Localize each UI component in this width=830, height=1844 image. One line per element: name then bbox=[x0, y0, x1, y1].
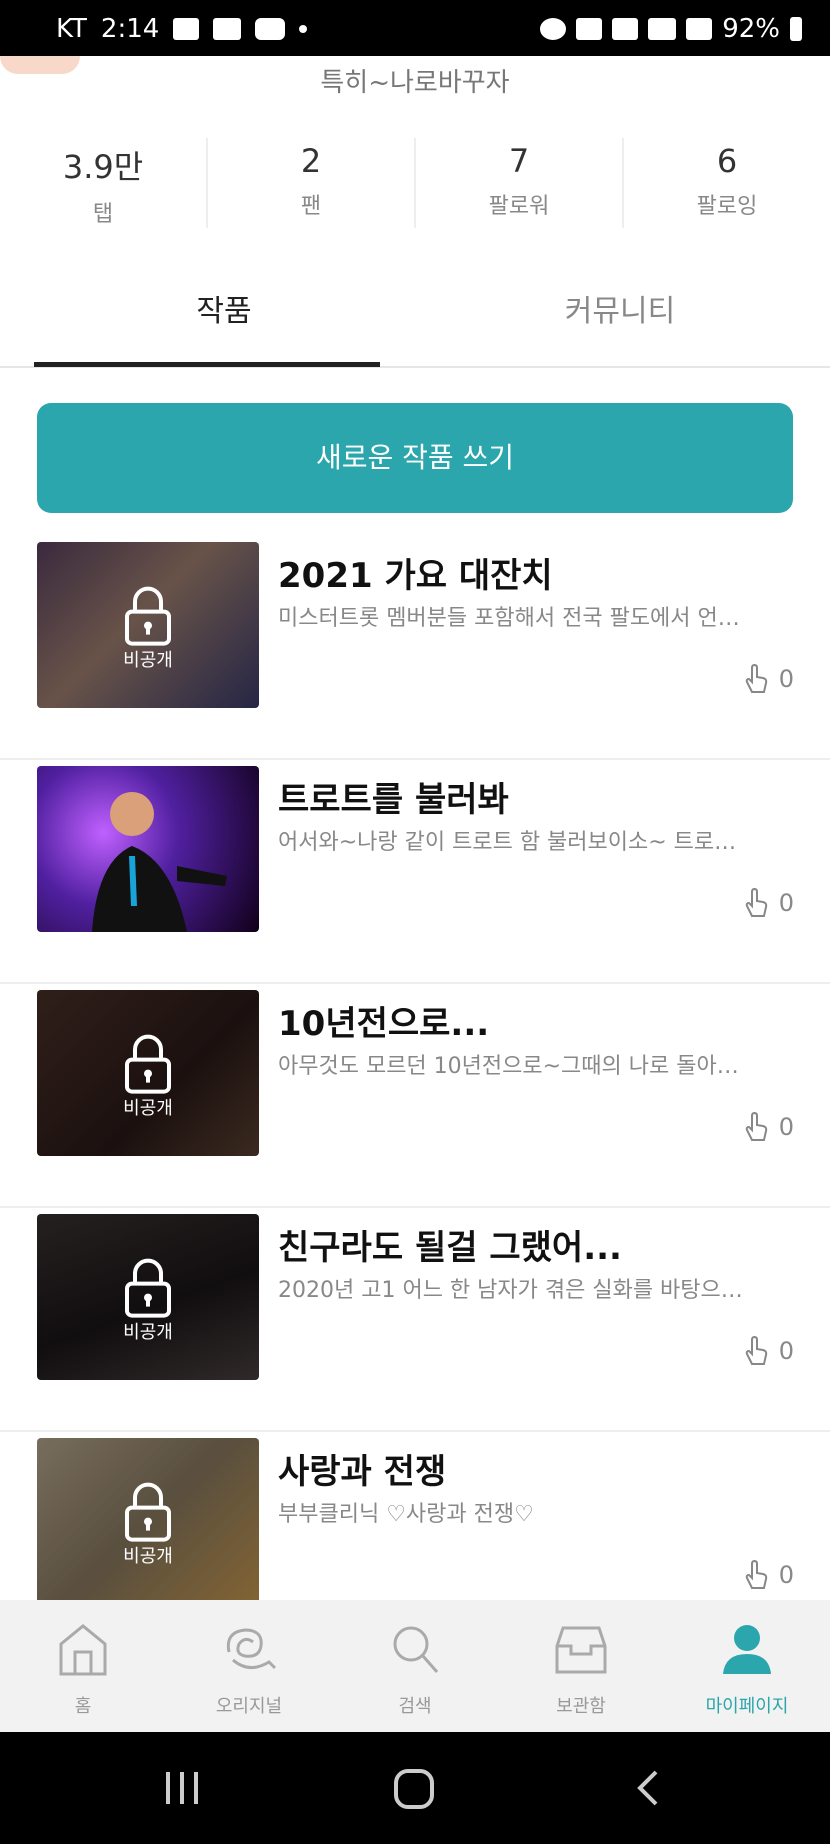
status-bar: KT 2:14 92% bbox=[0, 0, 830, 56]
new-work-button[interactable]: 새로운 작품 쓰기 bbox=[37, 403, 793, 513]
stat-value: 6 bbox=[716, 142, 738, 180]
private-label: 비공개 bbox=[123, 1098, 173, 1119]
work-thumbnail bbox=[37, 766, 259, 932]
like-count[interactable]: 0 bbox=[743, 888, 794, 918]
nav-home[interactable]: 홈 bbox=[0, 1600, 166, 1732]
like-hand-icon bbox=[745, 664, 767, 693]
stat-taps[interactable]: 3.9만 탭 bbox=[0, 138, 206, 228]
private-label: 비공개 bbox=[123, 650, 173, 671]
performer-silhouette bbox=[92, 792, 227, 932]
lock-icon bbox=[125, 1482, 171, 1542]
work-title: 10년전으로... bbox=[278, 1004, 490, 1044]
time-label: 2:14 bbox=[100, 14, 160, 44]
alarm-icon bbox=[540, 18, 567, 40]
signal-icon bbox=[686, 18, 713, 40]
home-button-icon[interactable] bbox=[393, 1768, 435, 1810]
nav-label: 마이페이지 bbox=[705, 1696, 789, 1717]
image-icon bbox=[173, 18, 200, 40]
profile-tagline: 특히~나로바꾸자 bbox=[320, 68, 510, 98]
wifi-icon bbox=[612, 18, 639, 40]
youtube-icon bbox=[255, 18, 286, 40]
system-nav-bar bbox=[0, 1732, 830, 1844]
profile-icon bbox=[723, 1625, 771, 1674]
nav-mypage[interactable]: 마이페이지 bbox=[664, 1600, 830, 1732]
nav-original[interactable]: 오리지널 bbox=[166, 1600, 332, 1732]
private-label: 비공개 bbox=[123, 1322, 173, 1343]
work-description: 아무것도 모르던 10년전으로~그때의 나로 돌아… bbox=[278, 1054, 739, 1079]
stat-fans[interactable]: 2 팬 bbox=[206, 138, 414, 228]
work-title: 2021 가요 대잔치 bbox=[278, 556, 553, 596]
tab-active-indicator bbox=[34, 362, 380, 367]
stat-label: 팔로잉 bbox=[696, 194, 758, 219]
content-tabs: 작품 커뮤니티 bbox=[0, 258, 830, 368]
work-thumbnail: 비공개 bbox=[37, 1214, 259, 1380]
home-icon bbox=[59, 1624, 107, 1676]
lock-icon bbox=[125, 1258, 171, 1318]
like-count[interactable]: 0 bbox=[743, 1560, 794, 1590]
bottom-navigation: 홈 오리지널 검색 보관함 마이페이지 bbox=[0, 1600, 830, 1732]
stat-label: 팬 bbox=[300, 194, 322, 219]
work-description: 2020년 고1 어느 한 남자가 겪은 실화를 바탕으… bbox=[278, 1278, 743, 1303]
recent-apps-icon[interactable] bbox=[162, 1770, 202, 1806]
work-item[interactable]: 비공개 10년전으로... 아무것도 모르던 10년전으로~그때의 나로 돌아…… bbox=[0, 984, 830, 1208]
archive-icon bbox=[555, 1626, 607, 1674]
work-thumbnail: 비공개 bbox=[37, 542, 259, 708]
work-title: 사랑과 전쟁 bbox=[278, 1452, 447, 1492]
stat-following[interactable]: 6 팔로잉 bbox=[622, 138, 830, 228]
nav-archive[interactable]: 보관함 bbox=[498, 1600, 664, 1732]
work-item[interactable]: 비공개 2021 가요 대잔치 미스터트롯 멤버분들 포함해서 전국 팔도에서 … bbox=[0, 536, 830, 760]
nav-label: 검색 bbox=[398, 1696, 432, 1717]
work-item[interactable]: 트로트를 불러봐 어서와~나랑 같이 트로트 함 불러보이소~ 트로… 0 bbox=[0, 760, 830, 984]
work-description: 어서와~나랑 같이 트로트 함 불러보이소~ 트로… bbox=[278, 830, 737, 855]
original-icon bbox=[226, 1628, 277, 1670]
like-hand-icon bbox=[745, 1560, 767, 1589]
nav-search[interactable]: 검색 bbox=[332, 1600, 498, 1732]
like-count-value: 0 bbox=[778, 665, 794, 693]
like-count-value: 0 bbox=[778, 1561, 794, 1589]
like-count[interactable]: 0 bbox=[743, 664, 794, 694]
work-thumbnail: 비공개 bbox=[37, 1438, 259, 1604]
stat-value: 3.9만 bbox=[62, 148, 144, 186]
like-count[interactable]: 0 bbox=[743, 1112, 794, 1142]
stat-label: 팔로워 bbox=[488, 194, 550, 219]
battery-label: 92% bbox=[722, 14, 780, 44]
lock-icon bbox=[125, 586, 171, 646]
private-label: 비공개 bbox=[123, 1546, 173, 1567]
like-count-value: 0 bbox=[778, 1337, 794, 1365]
profile-stats: 3.9만 탭 2 팬 7 팔로워 6 팔로잉 bbox=[0, 138, 830, 228]
stat-value: 7 bbox=[508, 142, 530, 180]
nav-label: 오리지널 bbox=[215, 1696, 283, 1717]
cash-icon bbox=[213, 18, 242, 40]
work-description: 부부클리닉 ♡사랑과 전쟁♡ bbox=[278, 1502, 534, 1527]
like-count-value: 0 bbox=[778, 1113, 794, 1141]
tab-community[interactable]: 커뮤니티 bbox=[430, 258, 810, 366]
hd-icon bbox=[648, 18, 677, 40]
work-title: 트로트를 불러봐 bbox=[278, 780, 509, 820]
stat-label: 탭 bbox=[92, 202, 114, 227]
tab-works[interactable]: 작품 bbox=[34, 258, 414, 366]
works-list: 비공개 2021 가요 대잔치 미스터트롯 멤버분들 포함해서 전국 팔도에서 … bbox=[0, 536, 830, 1656]
stat-value: 2 bbox=[300, 142, 322, 180]
like-count[interactable]: 0 bbox=[743, 1336, 794, 1366]
work-title: 친구라도 될걸 그랬어... bbox=[278, 1228, 622, 1268]
work-item[interactable]: 비공개 친구라도 될걸 그랬어... 2020년 고1 어느 한 남자가 겪은 … bbox=[0, 1208, 830, 1432]
back-icon[interactable] bbox=[634, 1768, 660, 1808]
stat-followers[interactable]: 7 팔로워 bbox=[414, 138, 622, 228]
mute-icon bbox=[576, 18, 603, 40]
battery-icon bbox=[790, 17, 802, 41]
like-hand-icon bbox=[745, 888, 767, 917]
lock-icon bbox=[125, 1034, 171, 1094]
like-hand-icon bbox=[745, 1336, 767, 1365]
dot-icon bbox=[299, 25, 308, 33]
work-thumbnail: 비공개 bbox=[37, 990, 259, 1156]
search-icon bbox=[393, 1626, 439, 1673]
nav-label: 홈 bbox=[74, 1696, 92, 1717]
like-count-value: 0 bbox=[778, 889, 794, 917]
carrier-label: KT bbox=[56, 14, 87, 44]
work-description: 미스터트롯 멤버분들 포함해서 전국 팔도에서 언… bbox=[278, 606, 740, 631]
nav-label: 보관함 bbox=[556, 1696, 606, 1717]
like-hand-icon bbox=[745, 1112, 767, 1141]
